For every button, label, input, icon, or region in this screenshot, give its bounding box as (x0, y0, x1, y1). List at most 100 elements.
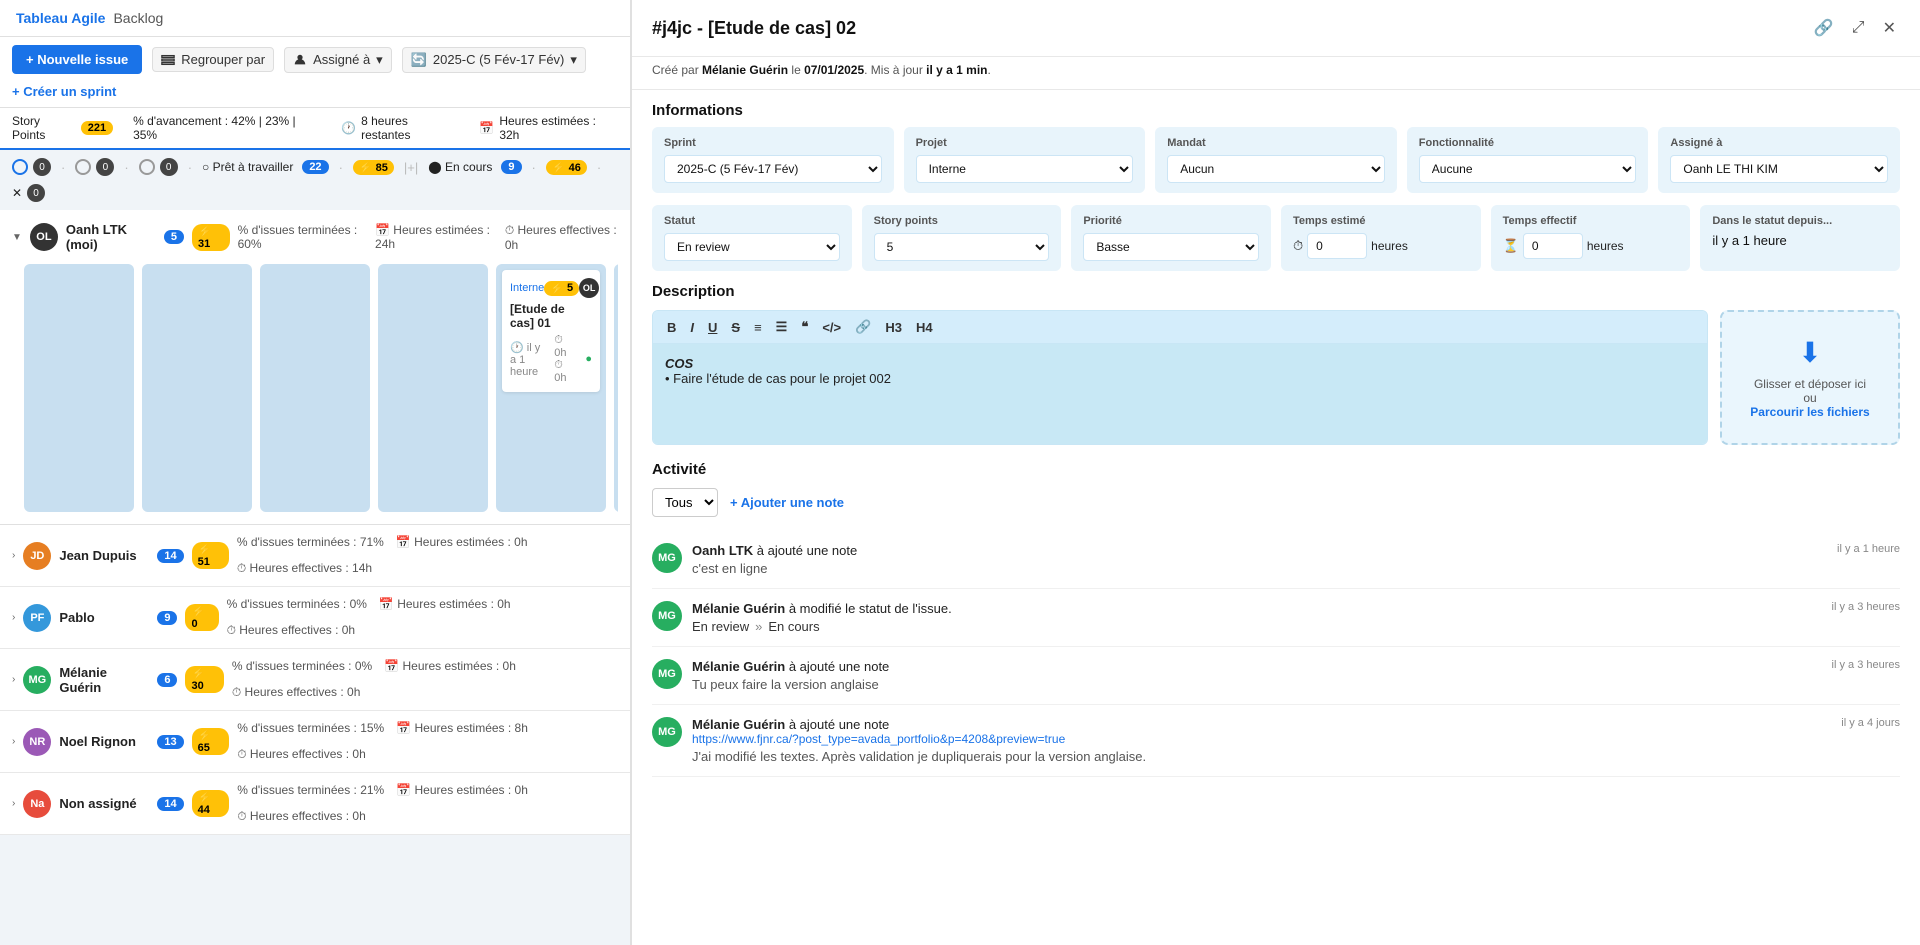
bold-button[interactable]: B (663, 318, 680, 337)
sp-label: Story points (874, 215, 1050, 227)
activity-link-4[interactable]: https://www.fjnr.ca/?post_type=avada_por… (692, 732, 1900, 746)
ordered-list-button[interactable]: ≡ (750, 318, 766, 337)
browse-files-link[interactable]: Parcourir les fichiers (1750, 405, 1869, 419)
close-icon-button[interactable]: ✕ (1879, 14, 1900, 42)
chevron-noel[interactable]: › (12, 736, 15, 747)
kanban-col-0 (24, 264, 134, 512)
link-button[interactable]: 🔗 (851, 317, 875, 337)
mandate-select[interactable]: Aucun (1167, 155, 1385, 183)
status-select[interactable]: En review (664, 233, 840, 261)
time-eff-input[interactable] (1523, 233, 1583, 259)
sprint-dropdown[interactable]: 🔄 2025-C (5 Fév-17 Fév) ▾ (402, 47, 586, 73)
activity-note-3: Tu peux faire la version anglaise (692, 677, 1900, 692)
issue-detail-panel: #j4jc - [Etude de cas] 02 🔗 ⤢ ✕ Créé par… (630, 0, 1920, 945)
sp-melanie: ⚡ 30 (185, 666, 223, 693)
sp-noel: ⚡ 65 (192, 728, 230, 755)
issues-na: 14 (157, 797, 183, 811)
activity-note-4b: J'ai modifié les textes. Après validatio… (692, 749, 1900, 764)
description-section: Description B I U S ≡ ☰ ❝ </> 🔗 H3 H4 CO (632, 283, 1920, 461)
user-row-chevron[interactable]: ▼ (12, 232, 22, 243)
progress-jean: % d'issues terminées : 71% (237, 535, 384, 549)
assigned-select[interactable]: Oanh LE THI KIM (1670, 155, 1888, 183)
time-est-field: Temps estimé ⏱ heures (1281, 205, 1481, 271)
user-row-jean-dupuis[interactable]: › JD Jean Dupuis 14 ⚡ 51 % d'issues term… (0, 525, 630, 587)
sp-na: ⚡ 44 (192, 790, 230, 817)
created-by: Mélanie Guérin (702, 63, 788, 77)
name-melanie: Mélanie Guérin (59, 665, 149, 695)
user-row-melanie[interactable]: › MG Mélanie Guérin 6 ⚡ 30 % d'issues te… (0, 649, 630, 711)
time-est-input[interactable] (1307, 233, 1367, 259)
activity-item-2: MG Mélanie Guérin à modifié le statut de… (652, 589, 1900, 647)
col-pret-a-travailler: ○ Prêt à travailler 22 (202, 160, 329, 174)
hours-remaining-value: 8 heures restantes (361, 114, 459, 142)
mandate-field: Mandat Aucun (1155, 127, 1397, 193)
link-icon-button[interactable]: 🔗 (1810, 14, 1838, 42)
assigned-field: Assigné à Oanh LE THI KIM (1658, 127, 1900, 193)
issues-melanie: 6 (157, 673, 177, 687)
status-label: Statut (664, 215, 840, 227)
time-eff-label: Temps effectif (1503, 215, 1679, 227)
user-estimated: 📅 Heures estimées : 24h (375, 223, 497, 251)
editor-body[interactable]: COS • Faire l'étude de cas pour le proje… (653, 344, 1707, 444)
issues-pablo: 9 (157, 611, 177, 625)
time-est-label: Temps estimé (1293, 215, 1469, 227)
h3-button[interactable]: H3 (881, 318, 906, 337)
eff-na: ⏱ Heures effectives : 0h (237, 809, 366, 824)
avatar-melanie: MG (23, 666, 51, 694)
card-dot-green: ● (585, 353, 592, 365)
underline-button[interactable]: U (704, 318, 721, 337)
quote-button[interactable]: ❝ (797, 317, 812, 337)
card-project: Interne (510, 282, 544, 294)
chevron-jean[interactable]: › (12, 550, 15, 561)
activity-item-4: MG Mélanie Guérin à ajouté une note il y… (652, 705, 1900, 777)
code-button[interactable]: </> (818, 318, 845, 337)
unordered-list-button[interactable]: ☰ (772, 317, 792, 337)
chevron-melanie[interactable]: › (12, 674, 15, 685)
story-points-value: 221 (81, 121, 113, 135)
chevron-pablo[interactable]: › (12, 612, 15, 623)
h4-button[interactable]: H4 (912, 318, 937, 337)
add-note-button[interactable]: + Ajouter une note (730, 495, 844, 510)
user-sp-badge: ⚡ 31 (192, 224, 230, 251)
sprint-icon: 🔄 (411, 52, 427, 68)
project-select[interactable]: Interne (916, 155, 1134, 183)
new-issue-button[interactable]: + Nouvelle issue (12, 45, 142, 74)
assigned-label: Assigné à (313, 52, 370, 67)
name-na: Non assigné (59, 796, 149, 811)
sp-jean: ⚡ 51 (192, 542, 229, 569)
nav-tableau-agile[interactable]: Tableau Agile (16, 10, 105, 26)
create-sprint-button[interactable]: + Créer un sprint (12, 84, 116, 99)
assigned-dropdown[interactable]: Assigné à ▾ (284, 47, 392, 73)
activity-note-1: c'est en ligne (692, 561, 1900, 576)
expand-icon-button[interactable]: ⤢ (1848, 15, 1869, 41)
activity-body-1: Oanh LTK à ajouté une note il y a 1 heur… (692, 543, 1900, 576)
desc-cos: COS (665, 356, 693, 371)
user-row-pablo[interactable]: › PF Pablo 9 ⚡ 0 % d'issues terminées : … (0, 587, 630, 649)
activity-time-1: il y a 1 heure (1837, 543, 1900, 555)
sprint-select[interactable]: 2025-C (5 Fév-17 Fév) (664, 155, 882, 183)
progress-na: % d'issues terminées : 21% (237, 783, 384, 797)
time-eff-field: Temps effectif ⏳ heures (1491, 205, 1691, 271)
panel-meta: Créé par Mélanie Guérin le 07/01/2025. M… (632, 57, 1920, 90)
activity-text-2: Mélanie Guérin à modifié le statut de l'… (692, 601, 952, 616)
name-noel: Noel Rignon (59, 734, 149, 749)
activity-avatar-4: MG (652, 717, 682, 747)
sp-select[interactable]: 5 (874, 233, 1050, 261)
chevron-na[interactable]: › (12, 798, 15, 809)
panel-header: #j4jc - [Etude de cas] 02 🔗 ⤢ ✕ (632, 0, 1920, 57)
activity-avatar-1: MG (652, 543, 682, 573)
upload-area[interactable]: ⬇ Glisser et déposer ici ou Parcourir le… (1720, 310, 1900, 445)
priority-select[interactable]: Basse (1083, 233, 1259, 261)
user-row-noel[interactable]: › NR Noel Rignon 13 ⚡ 65 % d'issues term… (0, 711, 630, 773)
calendar-icon: 📅 (479, 121, 494, 135)
user-row-non-assigne[interactable]: › Na Non assigné 14 ⚡ 44 % d'issues term… (0, 773, 630, 835)
italic-button[interactable]: I (686, 318, 698, 337)
activity-filter-select[interactable]: Tous (652, 488, 718, 517)
clock-icon: 🕐 (341, 121, 356, 135)
progress-noel: % d'issues terminées : 15% (237, 721, 384, 735)
strikethrough-button[interactable]: S (727, 318, 744, 337)
name-jean: Jean Dupuis (59, 548, 149, 563)
kanban-card-etude-cas[interactable]: Interne ⚡ 5 OL [Etude de cas] 01 🕐 il y … (502, 270, 600, 392)
function-select[interactable]: Aucune (1419, 155, 1637, 183)
group-by-dropdown[interactable]: Regrouper par (152, 47, 274, 72)
